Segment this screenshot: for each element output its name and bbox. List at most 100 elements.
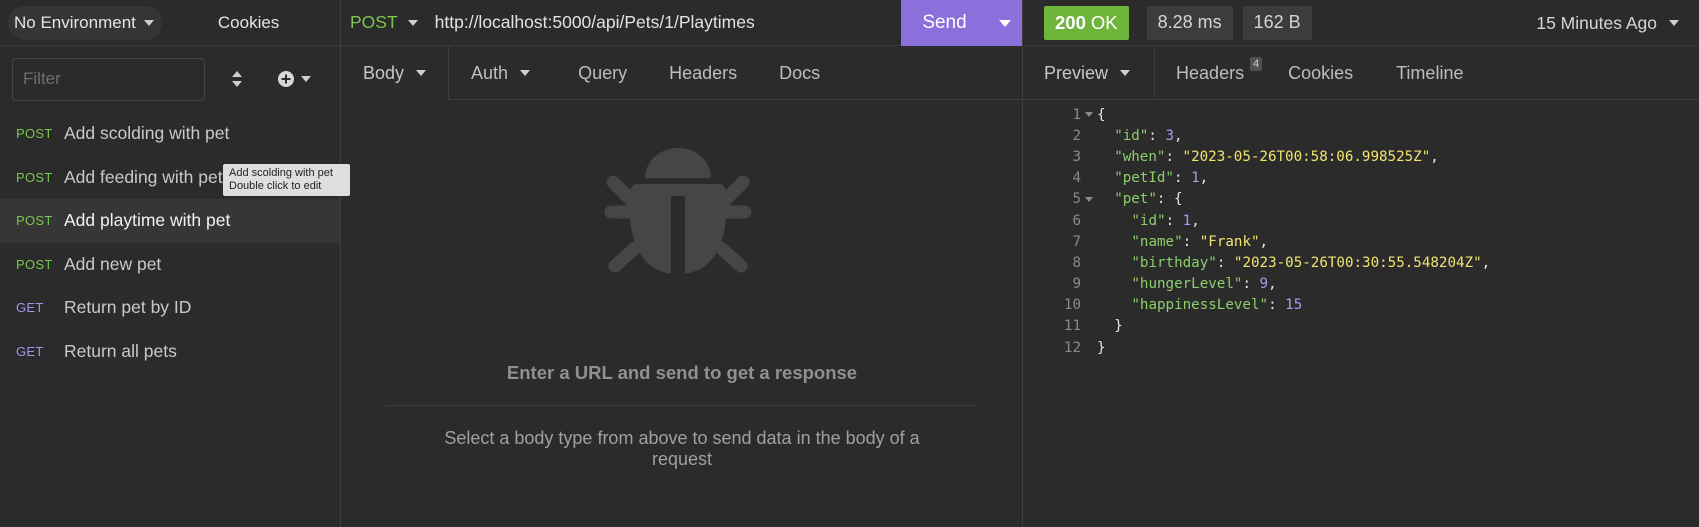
tab-label: Headers: [1176, 62, 1245, 83]
json-punctuation: :: [1173, 170, 1192, 187]
tab-label: Body: [363, 62, 405, 83]
request-method: POST: [16, 126, 53, 142]
tab-label: Query: [578, 62, 628, 83]
json-string: "Frank": [1199, 233, 1260, 250]
tab-query[interactable]: Query: [552, 46, 649, 100]
environment-selector[interactable]: No Environment: [8, 5, 162, 40]
add-request-button[interactable]: [277, 70, 311, 88]
tab-response-headers[interactable]: Headers 4: [1155, 46, 1272, 100]
fold-toggle-icon[interactable]: [1081, 196, 1097, 202]
plus-circle-icon: [278, 71, 294, 87]
method-selector[interactable]: POST: [350, 12, 418, 33]
json-string: "2023-05-26T00:58:06.998525Z": [1182, 148, 1431, 165]
code-line: 11}: [1023, 316, 1490, 337]
send-button[interactable]: Send: [901, 12, 988, 34]
request-method: POST: [16, 169, 53, 185]
tab-auth[interactable]: Auth: [449, 46, 552, 100]
chevron-down-icon: [416, 70, 427, 76]
json-key: "happinessLevel": [1131, 297, 1269, 314]
code-content: "hungerLevel": 9,: [1097, 276, 1277, 293]
code-content: "id": 1,: [1097, 212, 1200, 229]
json-punctuation: :: [1148, 127, 1166, 144]
status-text: OK: [1090, 11, 1118, 33]
url-bar: POST http://localhost:5000/api/Pets/1/Pl…: [341, 0, 1022, 46]
line-number: 8: [1072, 254, 1081, 271]
tab-label: Docs: [779, 62, 821, 83]
line-number: 3: [1072, 148, 1081, 165]
cookies-button[interactable]: Cookies: [218, 13, 279, 33]
request-item-add-new-pet[interactable]: POST Add new pet: [0, 243, 340, 287]
request-name: Add scolding with pet: [64, 123, 230, 144]
divider: [386, 405, 978, 406]
code-line: 8 "birthday": "2023-05-26T00:30:55.548204…: [1023, 252, 1490, 273]
request-item-add-playtime[interactable]: POST Add playtime with pet: [0, 199, 340, 243]
tab-label: Headers: [669, 62, 738, 83]
tab-docs[interactable]: Docs: [759, 46, 842, 100]
tab-label: Auth: [471, 62, 509, 83]
json-punctuation: ,: [1430, 148, 1439, 165]
request-item-add-scolding[interactable]: POST Add scolding with pet: [0, 112, 340, 156]
chevron-down-icon: [520, 70, 531, 76]
url-input[interactable]: http://localhost:5000/api/Pets/1/Playtim…: [435, 12, 755, 33]
response-status-bar: 200 OK 8.28 ms 162 B 15 Minutes Ago: [1023, 0, 1699, 46]
code-line: 5 "pet": {: [1023, 189, 1490, 210]
tooltip-line-2: Double click to edit: [229, 180, 322, 192]
request-name: Return pet by ID: [64, 297, 192, 318]
tab-body[interactable]: Body: [341, 46, 450, 100]
json-punctuation: {: [1097, 106, 1106, 123]
empty-state-subtitle: Select a body type from above to send da…: [444, 428, 920, 469]
empty-state-title: Enter a URL and send to get a response: [506, 362, 858, 383]
chevron-down-icon: [407, 19, 418, 26]
json-punctuation: :: [1216, 254, 1234, 271]
code-content: "id": 3,: [1097, 127, 1183, 144]
code-content: "when": "2023-05-26T00:58:06.998525Z",: [1097, 149, 1439, 165]
tab-timeline[interactable]: Timeline: [1374, 46, 1484, 100]
tooltip-line-1: Add scolding with pet: [229, 166, 333, 179]
json-key: "hungerLevel": [1131, 276, 1243, 293]
request-tabs: Body Auth Query Headers Docs: [341, 46, 1022, 100]
method-label: POST: [350, 12, 398, 32]
json-number: 3: [1165, 127, 1174, 144]
json-number: 9: [1259, 276, 1269, 293]
json-punctuation: :: [1165, 212, 1183, 229]
tab-label: Cookies: [1288, 62, 1354, 83]
line-number: 11: [1063, 318, 1081, 335]
json-punctuation: ,: [1191, 212, 1200, 229]
history-dropdown[interactable]: 15 Minutes Ago: [1536, 0, 1679, 46]
bug-icon: [604, 148, 752, 274]
sort-icon[interactable]: [225, 67, 249, 91]
request-item-return-all-pets[interactable]: GET Return all pets: [0, 330, 340, 374]
json-punctuation: ,: [1259, 233, 1269, 250]
json-key: "pet": [1114, 191, 1157, 208]
environment-label: No Environment: [14, 12, 136, 32]
json-punctuation: ,: [1268, 276, 1277, 293]
status-badge: 200 OK: [1044, 5, 1129, 40]
request-name: Return all pets: [64, 340, 177, 361]
fold-toggle-icon[interactable]: [1081, 112, 1097, 118]
tab-response-cookies[interactable]: Cookies: [1272, 46, 1374, 100]
request-method: POST: [16, 213, 53, 229]
line-number: 2: [1072, 127, 1081, 144]
request-name: Add playtime with pet: [64, 210, 231, 231]
chevron-down-icon: [143, 19, 154, 26]
line-number: 9: [1072, 276, 1081, 293]
request-method: GET: [16, 300, 44, 316]
code-line: 7 "name": "Frank",: [1023, 231, 1490, 252]
line-number: 10: [1063, 297, 1081, 314]
json-punctuation: :: [1242, 276, 1260, 293]
code-content: "petId": 1,: [1097, 170, 1208, 186]
sidebar-header: No Environment Cookies: [0, 0, 340, 46]
filter-input[interactable]: [12, 57, 205, 101]
tab-preview[interactable]: Preview: [1023, 46, 1156, 100]
code-line: 2 "id": 3,: [1023, 125, 1490, 146]
json-key: "id": [1114, 127, 1149, 144]
request-item-return-pet-by-id[interactable]: GET Return pet by ID: [0, 286, 340, 330]
json-key: "petId": [1114, 170, 1174, 187]
response-body: 1{2 "id": 3, 3 "when": "2023-05-26T00:58:06…: [1023, 104, 1490, 358]
tab-headers[interactable]: Headers: [649, 46, 759, 100]
send-options-button[interactable]: [988, 0, 1022, 46]
json-punctuation: ,: [1174, 127, 1183, 144]
code-content: "pet": {: [1097, 191, 1182, 208]
json-punctuation: ,: [1481, 254, 1491, 271]
time-ago-label: 15 Minutes Ago: [1536, 12, 1657, 33]
